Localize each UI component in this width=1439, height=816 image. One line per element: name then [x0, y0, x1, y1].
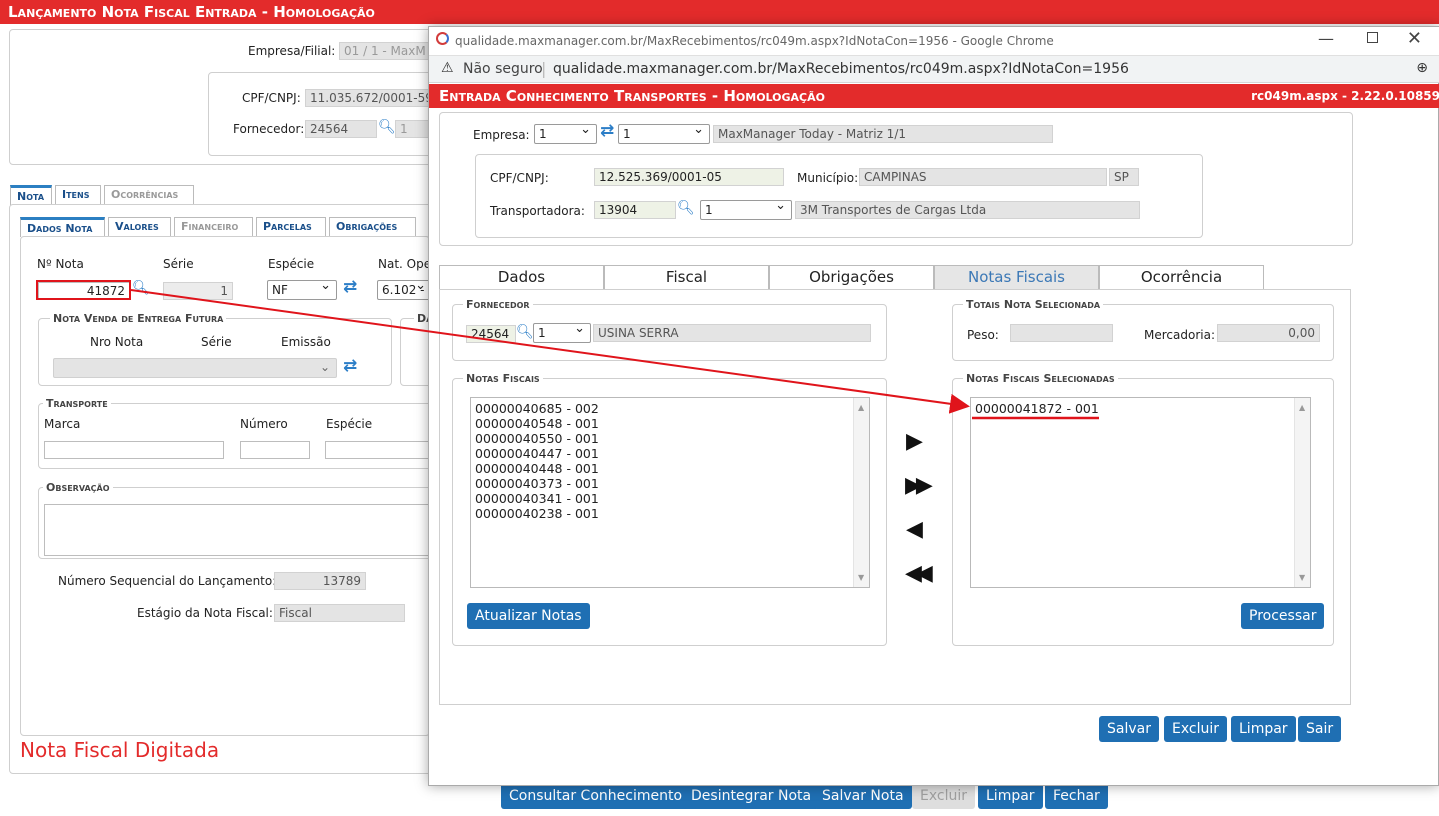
- annotation-arrow: [130, 289, 1099, 420]
